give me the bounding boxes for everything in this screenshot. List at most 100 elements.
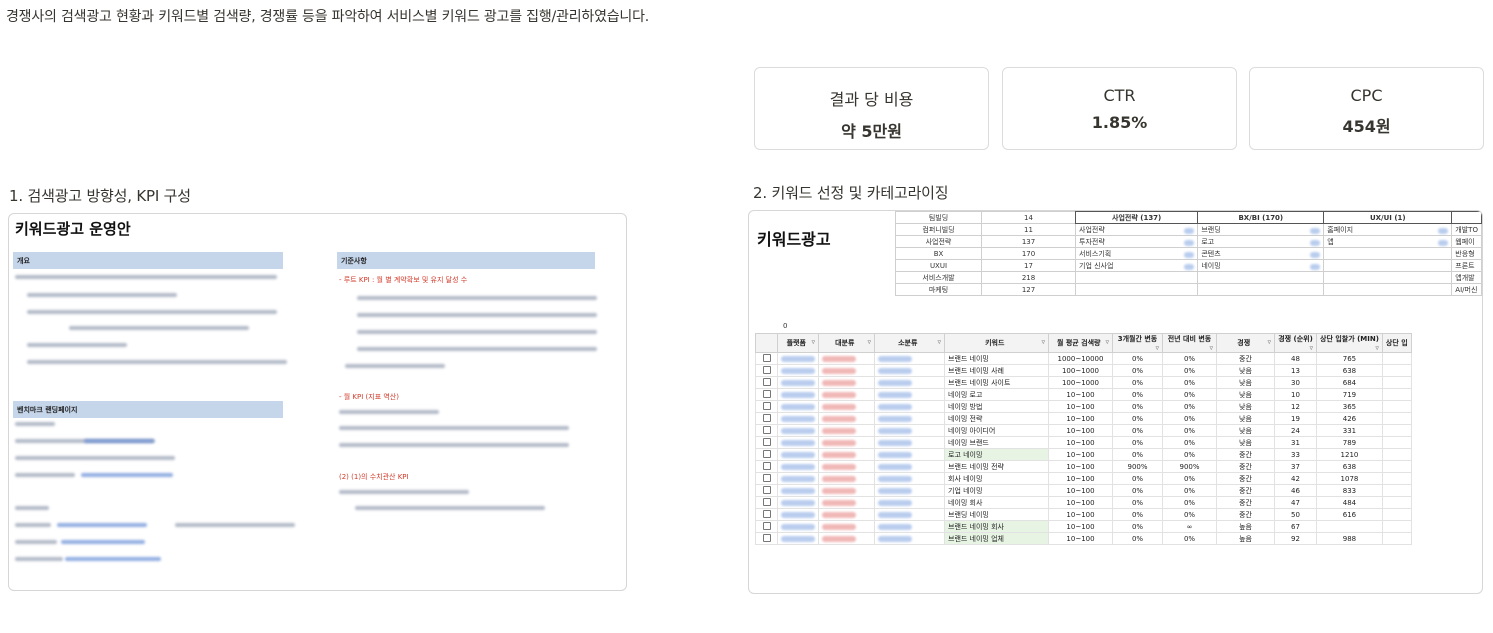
yoy-change-cell: 0% [1162,436,1217,449]
grid-header-cell[interactable]: 전년 대비 변동 ▿ [1162,333,1217,353]
row-checkbox-cell[interactable] [755,364,778,377]
row-checkbox-cell[interactable] [755,376,778,389]
row-checkbox-cell[interactable] [755,412,778,425]
grid-header-cell[interactable]: 상단 입 [1381,333,1412,353]
platform-cell [777,400,819,413]
grid-header-cell[interactable]: 상단 입찰가 (MIN) ▿ [1316,333,1383,353]
minor-category-cell [874,484,945,497]
blurred-text-line [15,473,75,477]
filter-icon[interactable]: ▿ [937,338,941,346]
row-checkbox[interactable] [762,437,771,446]
summary-cell: AI/머신 [1451,283,1482,296]
summary-header: 사업전략 (137) [1074,211,1199,224]
filter-icon[interactable]: ▿ [1155,344,1159,352]
section-title-kpi: 1. 검색광고 방향성, KPI 구성 [9,187,191,205]
count-value: 218 [981,271,1076,284]
three-month-change-cell: 0% [1112,424,1163,437]
row-checkbox[interactable] [762,533,771,542]
row-checkbox-cell[interactable] [755,496,778,509]
grid-header-cell[interactable]: 플랫폼 ▿ [777,333,819,353]
overflow-cell [1381,376,1412,389]
summary-cell: 홈페이지 [1323,223,1453,236]
row-checkbox[interactable] [762,461,771,470]
filter-icon[interactable]: ▿ [1375,344,1379,352]
filter-icon[interactable]: ▿ [1105,338,1109,346]
minor-category-cell [874,460,945,473]
blurred-text-line [15,275,277,279]
blurred-text-line [27,293,177,297]
blurred-text-line [15,557,63,561]
row-checkbox-cell[interactable] [755,484,778,497]
row-checkbox-cell[interactable] [755,448,778,461]
row-checkbox-cell[interactable] [755,424,778,437]
yoy-change-cell: 0% [1162,364,1217,377]
blurred-count [1438,239,1449,246]
row-checkbox[interactable] [762,509,771,518]
document-title: 키워드광고 운영안 [15,220,131,238]
row-checkbox[interactable] [762,413,771,422]
blurred-text-line [357,347,597,351]
row-checkbox[interactable] [762,401,771,410]
row-checkbox[interactable] [762,389,771,398]
blurred-tag [822,475,856,482]
blurred-count [1184,227,1195,234]
overflow-cell [1381,484,1412,497]
filter-icon[interactable]: ▿ [1309,344,1313,352]
row-checkbox[interactable] [762,449,771,458]
row-checkbox-cell[interactable] [755,472,778,485]
row-checkbox[interactable] [762,425,771,434]
minor-category-cell [874,424,945,437]
row-checkbox-cell[interactable] [755,388,778,401]
keyword-cell: 네이밍 아이디어 [944,424,1049,437]
summary-cell: 브랜딩 [1197,223,1325,236]
summary-cell [1323,271,1453,284]
competition-rank-cell: 67 [1274,520,1317,533]
row-checkbox-cell[interactable] [755,436,778,449]
search-volume-cell: 1000~10000 [1048,352,1113,365]
row-checkbox[interactable] [762,473,771,482]
filter-icon[interactable]: ▿ [1209,344,1213,352]
filter-icon[interactable]: ▿ [867,338,871,346]
grid-header-cell[interactable]: 대분류 ▿ [818,333,875,353]
filter-icon[interactable]: ▿ [1267,338,1271,346]
grid-header-cell[interactable]: 경쟁 ▿ [1216,333,1275,353]
competition-cell: 중간 [1216,472,1275,485]
minor-category-cell [874,520,945,533]
filter-icon[interactable]: ▿ [1041,338,1045,346]
summary-cell: 사업전략 [1074,223,1199,236]
row-checkbox-cell[interactable] [755,400,778,413]
row-checkbox[interactable] [762,365,771,374]
grid-header-cell[interactable]: 경쟁 (순위) ▿ [1274,333,1317,353]
grid-header-cell[interactable]: 소분류 ▿ [874,333,945,353]
keyword-cell: 네이밍 회사 [944,496,1049,509]
summary-cell: 앱 [1323,235,1453,248]
row-checkbox-cell[interactable] [755,460,778,473]
blurred-tag [781,391,815,398]
competition-cell: 낮음 [1216,412,1275,425]
major-category-cell [818,496,875,509]
blurred-count [1184,239,1195,246]
row-checkbox[interactable] [762,377,771,386]
major-category-cell [818,388,875,401]
row-checkbox[interactable] [762,521,771,530]
row-checkbox[interactable] [762,497,771,506]
count-value: 14 [981,211,1076,224]
competition-cell: 낮음 [1216,376,1275,389]
blurred-tag [878,439,912,446]
blurred-text-line [355,506,545,510]
filter-icon[interactable]: ▿ [811,338,815,346]
blurred-text-line [15,540,57,544]
table-row: 네이밍 방법 10~100 0% 0% 낮음 12 365 [755,400,1412,413]
row-checkbox[interactable] [762,485,771,494]
row-checkbox[interactable] [762,353,771,362]
blurred-tag [822,463,856,470]
grid-header-cell[interactable]: 키워드 ▿ [944,333,1049,353]
row-checkbox-cell[interactable] [755,508,778,521]
row-checkbox-cell[interactable] [755,352,778,365]
grid-header-cell[interactable]: 3개월간 변동 ▿ [1112,333,1163,353]
row-checkbox-cell[interactable] [755,520,778,533]
row-checkbox-cell[interactable] [755,532,778,545]
grid-header-cell[interactable]: 월 평균 검색량 ▿ [1048,333,1113,353]
monthly-kpi-text: - 월 KPI (지표 역산) [339,393,399,401]
competition-cell: 중간 [1216,496,1275,509]
